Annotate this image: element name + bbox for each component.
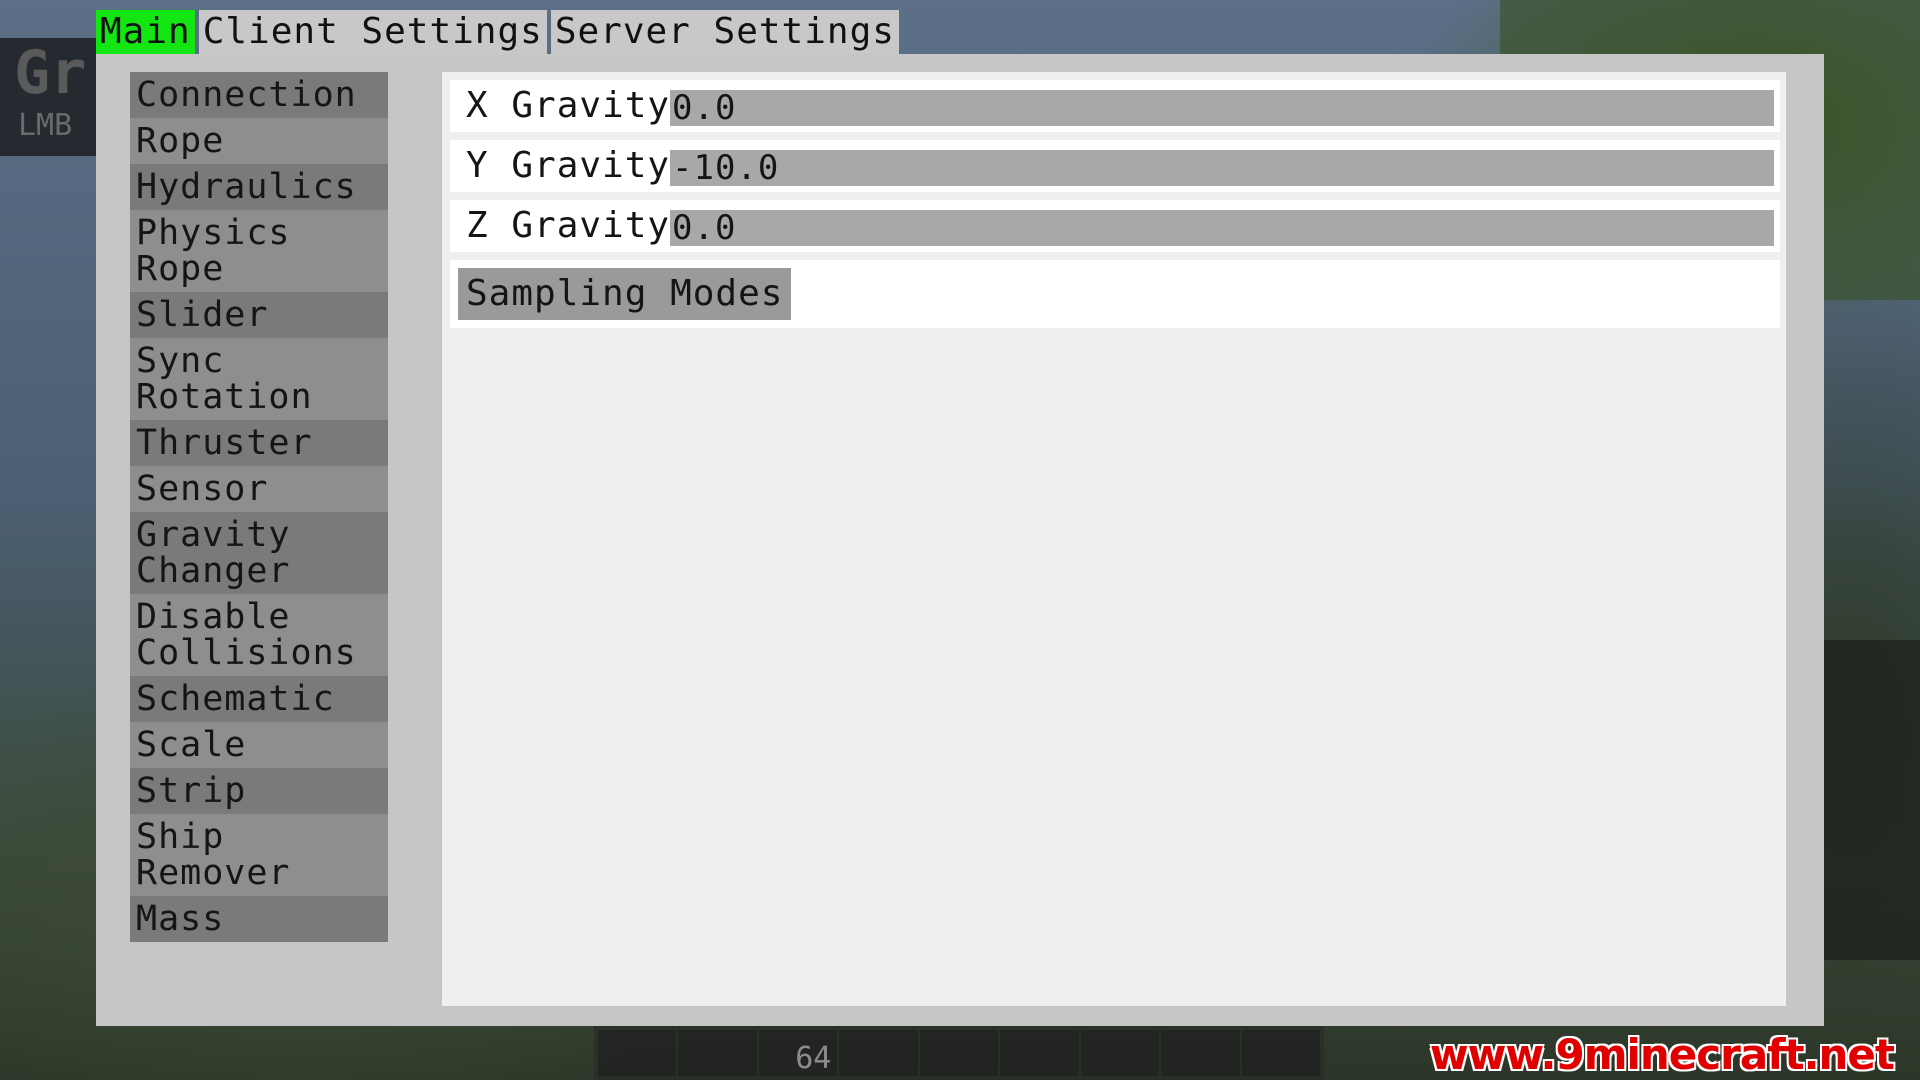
y-gravity-label: Y Gravity: [466, 145, 671, 186]
hotbar-slot[interactable]: [839, 1030, 918, 1076]
sidebar-item-sensor[interactable]: Sensor: [130, 466, 388, 512]
tab-bar: Main Client Settings Server Settings: [96, 10, 899, 54]
y-gravity-input[interactable]: [670, 150, 1774, 186]
background-structure: [1824, 640, 1920, 960]
sidebar[interactable]: Connection Rope Hydraulics Physics Rope …: [130, 72, 388, 1026]
sidebar-item-slider[interactable]: Slider: [130, 292, 388, 338]
sidebar-item-rope[interactable]: Rope: [130, 118, 388, 164]
hotbar-slot[interactable]: [1161, 1030, 1240, 1076]
sidebar-item-scale[interactable]: Scale: [130, 722, 388, 768]
sidebar-item-schematic[interactable]: Schematic: [130, 676, 388, 722]
x-gravity-label: X Gravity: [466, 85, 671, 126]
hotbar-slot[interactable]: [919, 1030, 999, 1076]
hotbar-slot[interactable]: [1000, 1030, 1079, 1076]
hud-subtitle: LMB: [18, 108, 73, 143]
tab-client-settings[interactable]: Client Settings: [198, 10, 547, 54]
sampling-modes-button[interactable]: Sampling Modes: [458, 268, 792, 320]
sidebar-item-disable-collisions[interactable]: Disable Collisions: [130, 594, 388, 676]
y-gravity-row: Y Gravity: [450, 140, 1780, 192]
hud-title: Gr: [14, 38, 87, 108]
tab-main[interactable]: Main: [96, 10, 195, 54]
x-gravity-row: X Gravity: [450, 80, 1780, 132]
sidebar-item-connection[interactable]: Connection: [130, 72, 388, 118]
hotbar-slot[interactable]: [678, 1030, 757, 1076]
sidebar-item-thruster[interactable]: Thruster: [130, 420, 388, 466]
sidebar-item-ship-remover[interactable]: Ship Remover: [130, 814, 388, 896]
sidebar-item-hydraulics[interactable]: Hydraulics: [130, 164, 388, 210]
sidebar-item-sync-rotation[interactable]: Sync Rotation: [130, 338, 388, 420]
settings-content: X Gravity Y Gravity Z Gravity Sampling M…: [442, 72, 1786, 1006]
hotbar: 64: [594, 1026, 1324, 1080]
sidebar-item-strip[interactable]: Strip: [130, 768, 388, 814]
settings-panel: Connection Rope Hydraulics Physics Rope …: [96, 54, 1824, 1026]
hotbar-slot[interactable]: 64: [758, 1030, 838, 1076]
item-count: 64: [795, 1041, 832, 1076]
hud-overlay: Gr LMB: [0, 38, 110, 156]
sidebar-item-physics-rope[interactable]: Physics Rope: [130, 210, 388, 292]
z-gravity-label: Z Gravity: [466, 205, 671, 246]
hotbar-slot[interactable]: [1080, 1030, 1160, 1076]
watermark: www.9minecraft.net: [1429, 1030, 1895, 1079]
sidebar-item-mass[interactable]: Mass: [130, 896, 388, 942]
z-gravity-row: Z Gravity: [450, 200, 1780, 252]
tab-server-settings[interactable]: Server Settings: [550, 10, 899, 54]
hotbar-slot[interactable]: [1241, 1030, 1320, 1076]
x-gravity-input[interactable]: [670, 90, 1774, 126]
z-gravity-input[interactable]: [670, 210, 1774, 246]
sidebar-item-gravity-changer[interactable]: Gravity Changer: [130, 512, 388, 594]
hotbar-slot[interactable]: [598, 1030, 677, 1076]
sampling-modes-row: Sampling Modes: [450, 260, 1780, 328]
